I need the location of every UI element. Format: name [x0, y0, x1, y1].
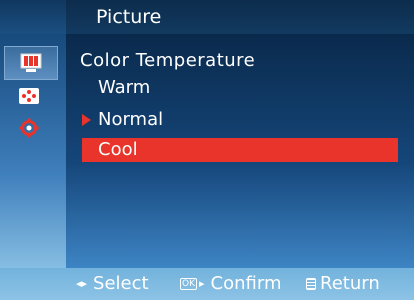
option-cool[interactable]: Cool — [82, 138, 398, 162]
current-selection-arrow-icon — [82, 114, 91, 126]
navigation-arrows-icon: ◂▸ — [76, 277, 88, 290]
confirm-hint-label: Confirm — [210, 273, 282, 294]
osd-menu: Picture Color Temperature Warm Normal Co… — [0, 0, 414, 300]
category-sidebar — [0, 34, 66, 268]
sidebar-item-settings[interactable] — [14, 116, 44, 140]
hint-bar: ◂▸ Select OK ▸ Confirm Return — [0, 268, 414, 300]
option-label: Cool — [98, 139, 138, 160]
menu-title: Picture — [96, 6, 162, 28]
option-label: Normal — [98, 109, 164, 130]
menu-button-icon — [306, 278, 316, 290]
sidebar-item-color[interactable] — [14, 84, 44, 108]
return-hint-label: Return — [320, 273, 380, 294]
ok-arrow-icon: ▸ — [199, 277, 205, 290]
section-title: Color Temperature — [80, 50, 256, 71]
picture-icon — [20, 53, 42, 72]
ok-button-icon: OK — [180, 278, 197, 290]
color-dots-icon — [19, 88, 39, 104]
select-hint-label: Select — [93, 273, 149, 294]
option-label: Warm — [98, 77, 151, 98]
return-hint: Return — [306, 268, 380, 300]
sidebar-item-picture[interactable] — [4, 46, 58, 80]
header-left-block — [0, 0, 66, 34]
option-normal[interactable]: Normal — [82, 108, 398, 132]
confirm-hint: OK ▸ Confirm — [180, 268, 281, 300]
option-warm[interactable]: Warm — [82, 76, 398, 100]
select-hint: ◂▸ Select — [76, 268, 149, 300]
settings-gear-icon — [19, 118, 39, 138]
menu-header: Picture — [0, 0, 414, 34]
main-panel: Color Temperature Warm Normal Cool — [66, 34, 414, 268]
